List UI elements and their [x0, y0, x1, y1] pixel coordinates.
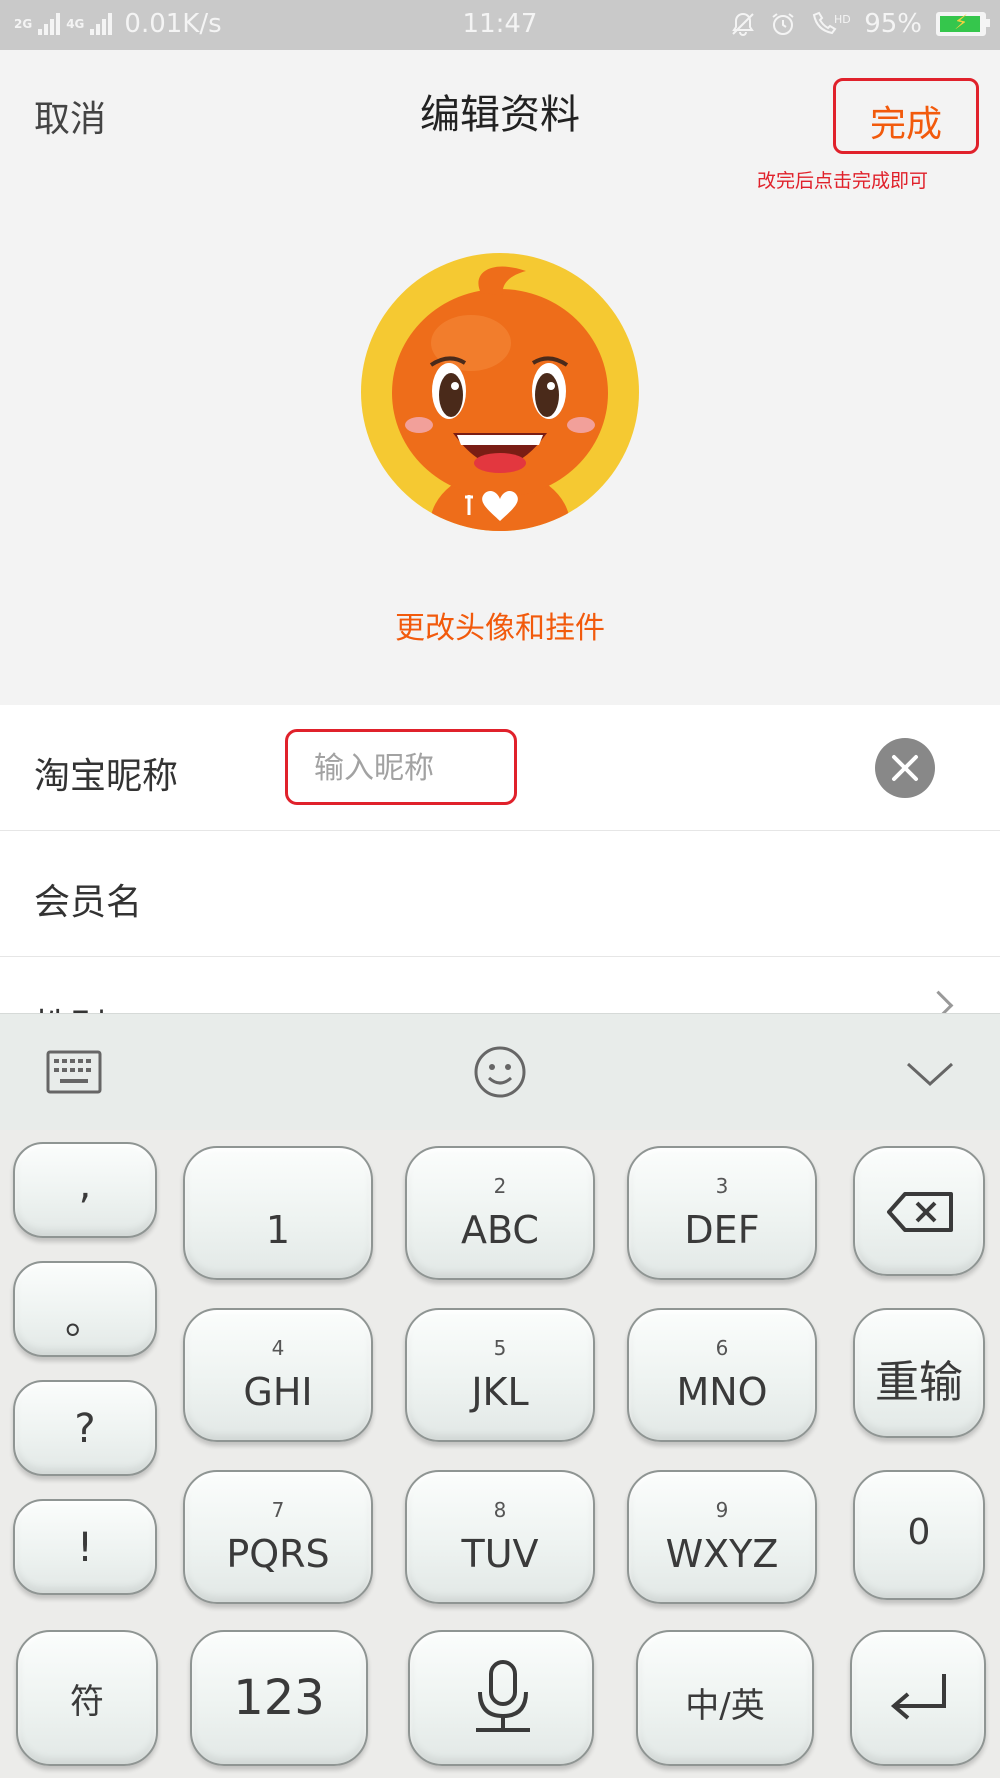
- nickname-label: 淘宝昵称: [34, 756, 179, 797]
- charging-bolt: ⚡: [953, 10, 969, 34]
- enter-icon: [890, 1674, 946, 1720]
- hd-call-icon: HD: [813, 11, 850, 35]
- gender-row[interactable]: 性别: [0, 957, 1000, 1013]
- status-bar: 2G 4G 0.01K/s 11:47 HD 95% ⚡: [0, 0, 1000, 50]
- change-avatar-link[interactable]: 更改头像和挂件: [0, 603, 1000, 647]
- alarm-icon: [772, 13, 794, 35]
- backspace-key[interactable]: [853, 1146, 985, 1276]
- collapse-icon[interactable]: [900, 1042, 960, 1102]
- key-period[interactable]: 。: [13, 1261, 157, 1357]
- nickname-row: 淘宝昵称: [0, 705, 1000, 830]
- nickname-highlight-box: [285, 729, 517, 805]
- member-name-label: 会员名: [34, 882, 143, 923]
- annotation-hint: 改完后点击完成即可: [757, 170, 929, 192]
- battery-charging-icon: ⚡: [936, 10, 990, 36]
- symbol-key[interactable]: 符: [16, 1630, 158, 1766]
- key-7-pqrs[interactable]: 7 PQRS: [183, 1470, 373, 1604]
- enter-key[interactable]: [850, 1630, 986, 1766]
- language-switch-key[interactable]: 中/英: [636, 1630, 814, 1766]
- chevron-right-icon: [923, 990, 954, 1013]
- key-comma[interactable]: ,: [13, 1142, 157, 1238]
- keyboard: , 。 ? ! 1 2 ABC 3 DEF 4 GHI 5 JKL 6 MNO 重输 7P…: [0, 1130, 1000, 1778]
- bell-off-icon: [732, 12, 755, 36]
- key-0[interactable]: 0: [853, 1470, 985, 1600]
- close-icon: [892, 755, 918, 781]
- status-right: HD 95% ⚡: [730, 9, 990, 39]
- voice-input-key[interactable]: [408, 1630, 594, 1766]
- gender-label: 性别: [34, 998, 106, 1013]
- key-5-jkl[interactable]: 5 JKL: [405, 1308, 595, 1442]
- key-2-abc[interactable]: 2 ABC: [405, 1146, 595, 1280]
- key-8-tuv[interactable]: 8 TUV: [405, 1470, 595, 1604]
- key-9-wxyz[interactable]: 9 WXYZ: [627, 1470, 817, 1604]
- done-button[interactable]: 完成: [836, 95, 976, 147]
- avatar[interactable]: [361, 253, 639, 531]
- microphone-icon: [476, 1660, 530, 1732]
- member-name-row: 会员名: [0, 831, 1000, 956]
- key-1[interactable]: 1: [183, 1146, 373, 1280]
- number-mode-key[interactable]: 123: [190, 1630, 368, 1766]
- key-exclamation[interactable]: !: [13, 1499, 157, 1595]
- nickname-input[interactable]: [314, 746, 504, 790]
- retype-key[interactable]: 重输: [853, 1308, 985, 1438]
- key-question[interactable]: ?: [13, 1380, 157, 1476]
- nav-header: 取消 编辑资料 完成 改完后点击完成即可: [0, 50, 1000, 192]
- svg-text:HD: HD: [834, 13, 850, 26]
- key-4-ghi[interactable]: 4 GHI: [183, 1308, 373, 1442]
- keyboard-icon[interactable]: [44, 1042, 104, 1102]
- clear-input-button[interactable]: [875, 738, 935, 798]
- done-highlight-box: 完成: [833, 78, 979, 154]
- battery-percent: 95%: [864, 9, 922, 39]
- emoji-icon[interactable]: [470, 1042, 530, 1102]
- key-6-mno[interactable]: 6 MNO: [627, 1308, 817, 1442]
- key-3-def[interactable]: 3 DEF: [627, 1146, 817, 1280]
- keyboard-toolbar: [0, 1013, 1000, 1131]
- backspace-icon: [887, 1192, 953, 1232]
